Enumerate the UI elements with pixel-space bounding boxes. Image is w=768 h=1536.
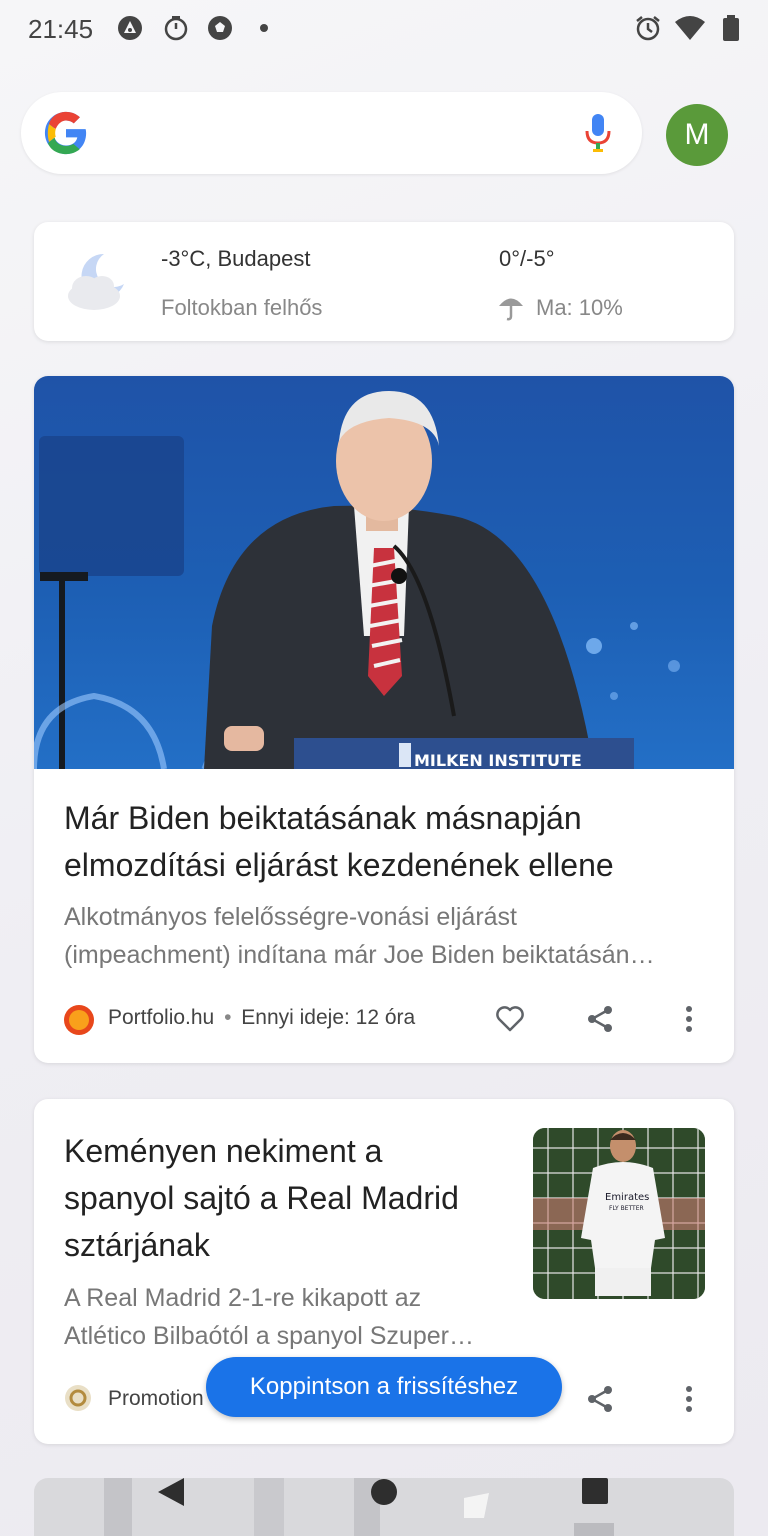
weather-temp-location: -3°C, Budapest [161,246,311,271]
google-search-bar[interactable] [21,92,642,174]
heart-icon[interactable] [494,1003,526,1035]
snippet-line: Atlético Bilbaótól a spanyol Szuper… [64,1322,474,1350]
refresh-button[interactable]: Koppintson a frissítéshez [206,1357,562,1417]
biden-podium-photo: MILKEN INSTITUTE [34,391,680,769]
source-logo-icon [64,1005,94,1035]
navigation-bar [0,1446,768,1536]
timer-icon [164,16,188,41]
separator-dot: • [224,1006,232,1029]
status-bar: 21:45 [0,0,768,56]
partly-cloudy-night-icon [68,253,124,310]
article-thumbnail[interactable]: Emirates FLY BETTER [533,1128,705,1299]
weather-precip: Ma: 10% [536,295,623,320]
soccer-ball-icon [208,16,232,40]
more-options-icon[interactable] [678,1383,700,1415]
article-headline[interactable]: Már Biden beiktatásának másnapján elmozd… [64,795,614,889]
source-logo-icon [65,1385,91,1411]
snippet-line: Alkotmányos felelősségre-vonási eljárást [64,903,517,931]
headline-line: spanyol sajtó a Real Madrid [64,1180,459,1216]
source-info: Portfolio.hu • Ennyi ideje: 12 óra [108,1006,415,1030]
article-snippet: A Real Madrid 2-1-re kikapott az Atlétic… [64,1279,474,1355]
article-snippet: Alkotmányos felelősségre-vonási eljárást… [64,898,655,974]
weather-card[interactable]: -3°C, Budapest Foltokban felhős 0°/-5° M… [34,222,734,341]
shirt-sponsor-subtext: FLY BETTER [609,1205,644,1212]
notification-dot-icon [260,24,268,32]
football-player-thumbnail: Emirates FLY BETTER [533,1128,705,1299]
article-headline[interactable]: Keményen nekiment a spanyol sajtó a Real… [64,1128,459,1269]
weather-description: Foltokban felhős [161,295,323,320]
headline-line: Már Biden beiktatásának másnapján [64,800,582,836]
weather-range: 0°/-5° [499,246,555,271]
account-avatar[interactable]: M [666,104,728,166]
article-image[interactable]: MILKEN INSTITUTE [34,376,734,769]
back-icon[interactable] [156,1476,186,1508]
time-ago: Ennyi ideje: 12 óra [241,1006,416,1029]
snippet-line: A Real Madrid 2-1-re kikapott az [64,1284,422,1312]
snippet-line: (impeachment) indítana már Joe Biden bei… [64,941,655,969]
share-icon[interactable] [584,1383,616,1415]
image-caption-text: MILKEN INSTITUTE [414,751,582,769]
source-name[interactable]: Promotion [108,1387,204,1411]
headline-line: sztárjának [64,1227,210,1263]
android-auto-icon [118,16,142,40]
news-card[interactable]: MILKEN INSTITUTE Már Biden beiktatásának… [34,376,734,1063]
alarm-icon [636,16,660,41]
share-icon[interactable] [584,1003,616,1035]
recents-icon[interactable] [581,1477,609,1505]
shirt-sponsor-text: Emirates [605,1192,649,1203]
mic-icon[interactable] [583,113,613,153]
headline-line: elmozdítási eljárást kezdenének ellene [64,847,614,883]
home-icon[interactable] [370,1478,398,1506]
google-g-icon [44,111,87,155]
source-name[interactable]: Portfolio.hu [108,1006,214,1029]
more-options-icon[interactable] [678,1003,700,1035]
wifi-icon [675,16,705,40]
headline-line: Keményen nekiment a [64,1133,383,1169]
umbrella-icon [499,298,523,321]
status-time: 21:45 [28,14,94,44]
battery-icon [723,15,739,41]
